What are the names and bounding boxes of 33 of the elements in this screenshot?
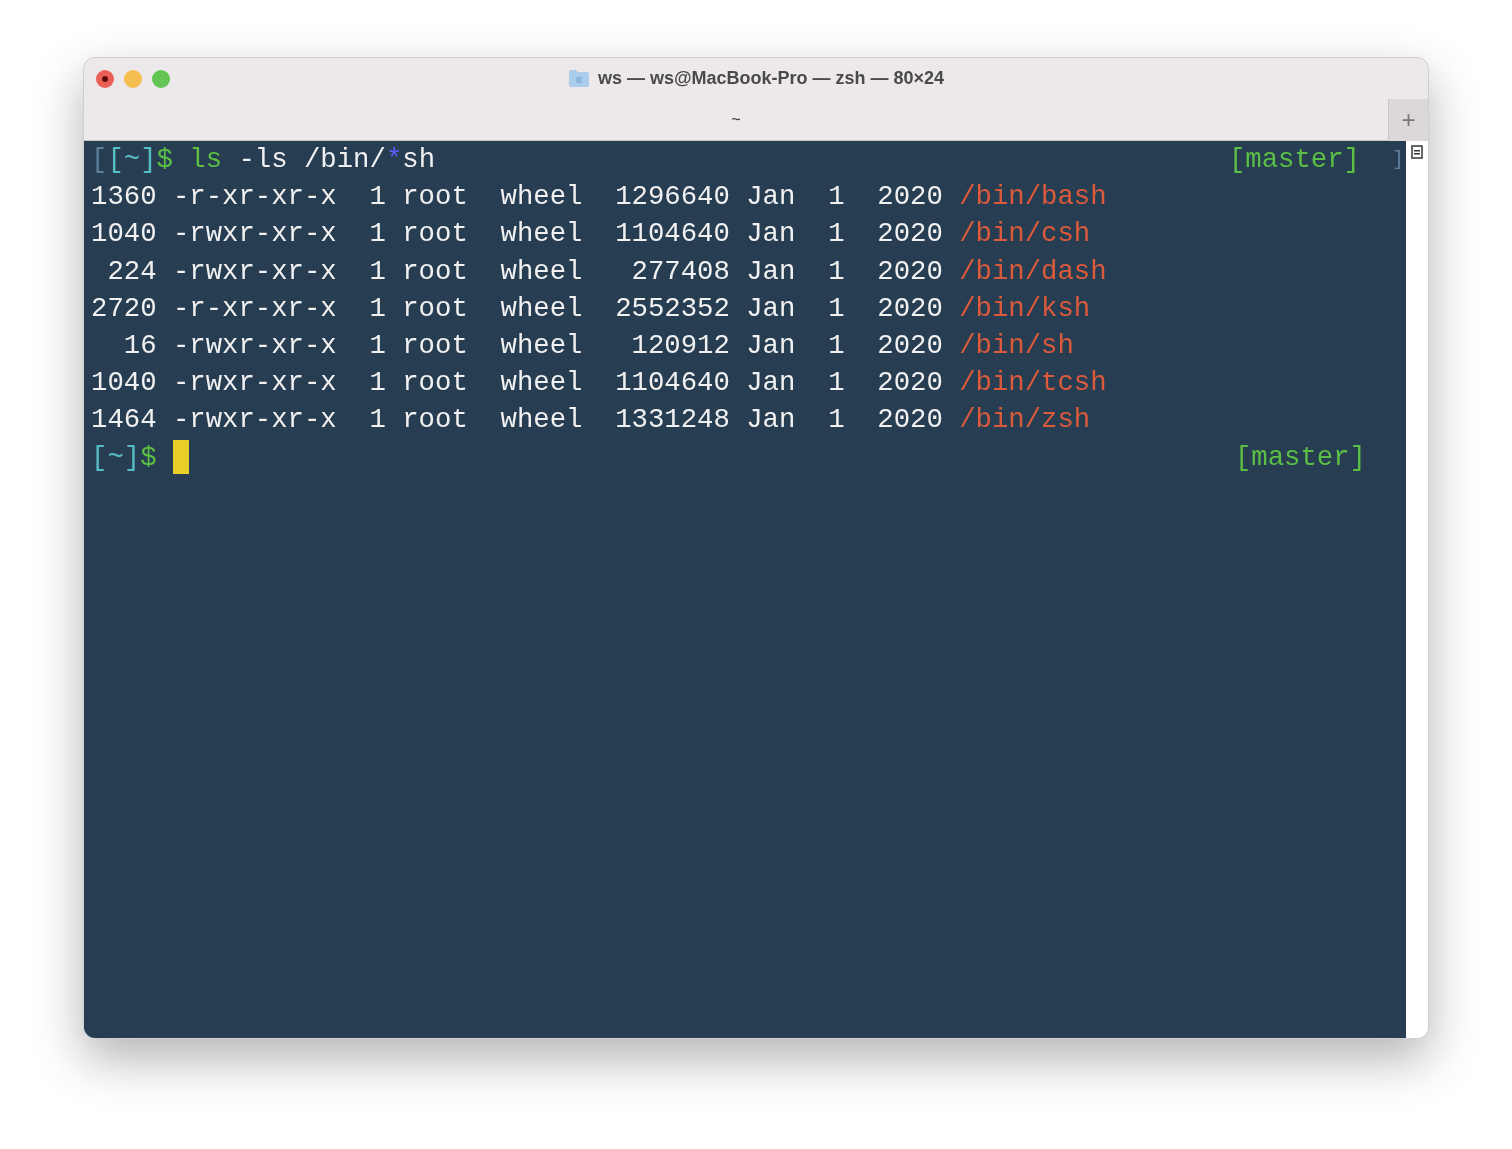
prompt-symbol: $: [156, 143, 174, 177]
git-branch: [master]: [1234, 440, 1366, 475]
file-path: /bin/zsh: [959, 403, 1091, 438]
window-title: ws — ws@MacBook-Pro — zsh — 80×24: [597, 67, 945, 90]
file-path: /bin/sh: [959, 328, 1074, 363]
file-path: /bin/bash: [959, 180, 1107, 215]
terminal-text: -ls /bin/: [237, 143, 386, 177]
file-path: /bin/csh: [959, 217, 1091, 252]
command-name: ls: [189, 143, 223, 177]
folder-icon: [567, 69, 590, 88]
glob-symbol: *: [385, 143, 403, 177]
minimize-button[interactable]: [124, 69, 142, 88]
terminal-text: 2720 -r-xr-xr-x 1 root wheel 2552352 Jan 1 2020: [91, 291, 944, 326]
tab[interactable]: ~: [731, 107, 741, 132]
file-path: /bin/tcsh: [959, 366, 1107, 401]
terminal-text: 1040 -rwxr-xr-x 1 root wheel 1104640 Jan 1 2020: [91, 217, 944, 252]
terminal-text: 224 -rwxr-xr-x 1 root wheel 277408 Jan 1 2020: [106, 254, 944, 289]
terminal-text: 1360 -r-xr-xr-x 1 root wheel 1296640 Jan 1 2020: [91, 180, 944, 215]
file-path: /bin/dash: [959, 254, 1107, 289]
terminal-text: 1040 -rwxr-xr-x 1 root wheel 1104640 Jan 1 2020: [91, 366, 944, 401]
prompt-directory: [~]: [107, 143, 157, 177]
zoom-button[interactable]: [152, 69, 170, 88]
file-path: /bin/ksh: [959, 291, 1091, 326]
terminal-text: 1464 -rwxr-xr-x 1 root wheel 1331248 Jan 1 2020: [91, 403, 944, 438]
prompt-directory: [~]: [91, 440, 141, 475]
terminal-text: 16 -rwxr-xr-x 1 root wheel 120912 Jan 1 2020: [122, 328, 944, 363]
prompt-fragment: [: [91, 143, 108, 177]
terminal-text: sh: [402, 143, 436, 177]
scrollbar-marker-icon: [1411, 145, 1423, 159]
git-branch: [master]: [1228, 143, 1360, 177]
prompt-symbol: $: [140, 440, 158, 475]
close-button[interactable]: [96, 69, 114, 88]
prompt-fragment: ]: [1392, 147, 1404, 173]
